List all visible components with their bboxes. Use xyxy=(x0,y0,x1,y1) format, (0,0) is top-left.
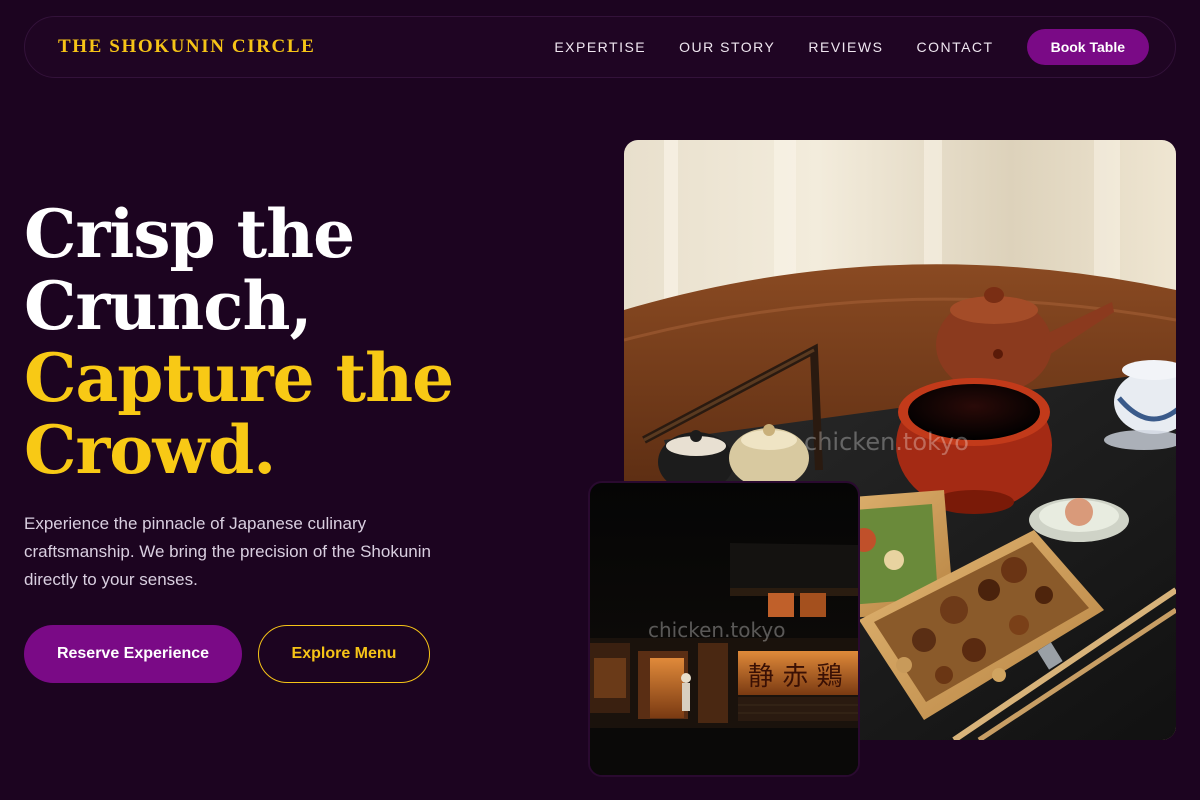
explore-menu-button[interactable]: Explore Menu xyxy=(258,625,430,683)
nav-links: EXPERTISE OUR STORY REVIEWS CONTACT Book… xyxy=(554,29,1149,65)
hero-title-line-3: Capture the xyxy=(24,339,454,417)
reserve-experience-button[interactable]: Reserve Experience xyxy=(24,625,242,683)
nav-link-expertise[interactable]: EXPERTISE xyxy=(554,39,646,55)
book-table-button[interactable]: Book Table xyxy=(1026,29,1149,65)
nav-link-reviews[interactable]: REVIEWS xyxy=(808,39,883,55)
storefront-night-illustration: 静 赤 鶏 chicken.tokyo xyxy=(590,483,858,775)
hero-description: Experience the pinnacle of Japanese culi… xyxy=(24,514,431,589)
hero-cta-row: Reserve Experience Explore Menu xyxy=(24,625,430,683)
hero-title-line-4: Crowd. xyxy=(24,411,276,489)
navbar: THE SHOKUNIN CIRCLE EXPERTISE OUR STORY … xyxy=(24,16,1176,78)
hero-title-line-2: Crunch, xyxy=(24,267,312,345)
main-photo-watermark: chicken.tokyo xyxy=(804,428,969,456)
svg-text:静 赤 鶏: 静 赤 鶏 xyxy=(748,662,843,692)
nav-link-our-story[interactable]: OUR STORY xyxy=(679,39,775,55)
hero-title: Crisp the Crunch, Capture the Crowd. xyxy=(24,198,584,486)
hero-title-line-1: Crisp the xyxy=(24,195,355,273)
brand-logo[interactable]: THE SHOKUNIN CIRCLE xyxy=(58,36,315,58)
nav-link-contact[interactable]: CONTACT xyxy=(916,39,993,55)
restaurant-exterior-photo: 静 赤 鶏 chicken.tokyo xyxy=(588,481,860,777)
small-photo-watermark: chicken.tokyo xyxy=(648,618,785,642)
